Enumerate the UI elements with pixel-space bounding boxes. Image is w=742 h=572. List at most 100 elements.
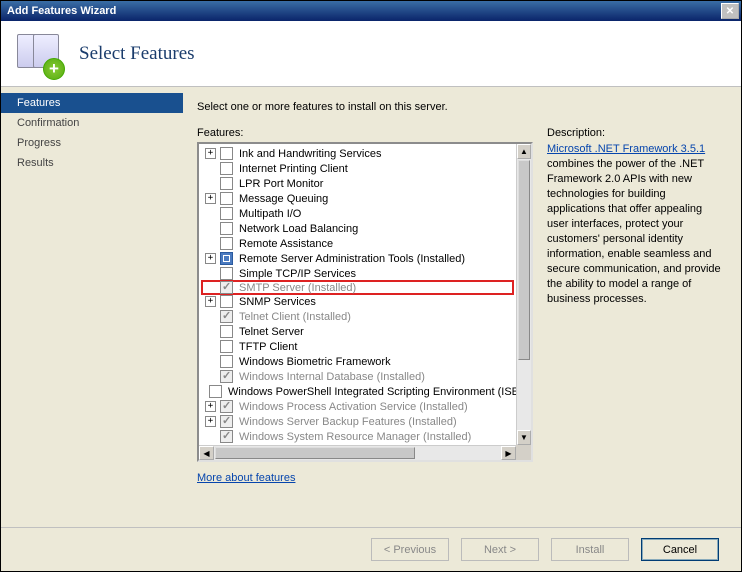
tree-item-label: TFTP Client <box>239 341 297 353</box>
hscroll-thumb[interactable] <box>215 447 415 459</box>
tree-item-label: SNMP Services <box>239 296 316 308</box>
nav-item-confirmation[interactable]: Confirmation <box>1 113 183 133</box>
description-text: Microsoft .NET Framework 3.5.1 combines … <box>547 142 723 307</box>
checkbox[interactable] <box>220 267 233 280</box>
expand-spacer <box>205 371 216 382</box>
tree-item-label: Multipath I/O <box>239 208 301 220</box>
tree-item-label: Message Queuing <box>239 193 328 205</box>
expand-spacer <box>205 238 216 249</box>
features-tree[interactable]: + Ink and Handwriting Services Internet Pr… <box>197 142 533 462</box>
checkbox[interactable] <box>220 192 233 205</box>
next-button: Next > <box>461 538 539 561</box>
expand-spacer <box>205 282 216 293</box>
page-title: Select Features <box>79 43 195 65</box>
checkbox[interactable] <box>220 295 233 308</box>
tree-item-label: Remote Server Administration Tools (Inst… <box>239 253 465 265</box>
tree-row[interactable]: Telnet Server <box>201 324 514 339</box>
tree-item-label: Internet Printing Client <box>239 163 348 175</box>
expand-icon[interactable]: + <box>205 401 216 412</box>
checkbox <box>220 281 233 294</box>
tree-row[interactable]: Multipath I/O <box>201 206 514 221</box>
horizontal-scrollbar[interactable]: ◀ ▶ <box>199 445 516 460</box>
tree-row[interactable]: Telnet Client (Installed) <box>201 309 514 324</box>
more-about-features-link[interactable]: More about features <box>197 472 295 484</box>
wizard-footer: < Previous Next > Install Cancel <box>1 527 741 571</box>
nav-item-features[interactable]: Features <box>1 93 183 113</box>
tree-item-label: Windows Internal Database (Installed) <box>239 371 425 383</box>
tree-row[interactable]: Simple TCP/IP Services <box>201 266 514 281</box>
checkbox[interactable] <box>220 252 233 265</box>
features-icon: + <box>15 30 63 78</box>
nav-item-results[interactable]: Results <box>1 153 183 173</box>
scroll-thumb[interactable] <box>518 160 530 360</box>
scroll-left-icon[interactable]: ◀ <box>199 446 214 460</box>
tree-row[interactable]: Network Load Balancing <box>201 221 514 236</box>
checkbox <box>220 310 233 323</box>
tree-row[interactable]: Windows PowerShell Integrated Scripting … <box>201 384 514 399</box>
tree-item-label: Windows PowerShell Integrated Scripting … <box>228 386 516 398</box>
checkbox[interactable] <box>220 162 233 175</box>
tree-item-label: Windows Process Activation Service (Inst… <box>239 401 468 413</box>
expand-spacer <box>205 311 216 322</box>
tree-item-label: Windows Server Backup Features (Installe… <box>239 416 457 428</box>
expand-spacer <box>205 431 216 442</box>
cancel-button[interactable]: Cancel <box>641 538 719 561</box>
expand-icon[interactable]: + <box>205 193 216 204</box>
tree-row[interactable]: + Windows Server Backup Features (Install… <box>201 414 514 429</box>
wizard-nav: Features Confirmation Progress Results <box>1 87 183 527</box>
tree-item-label: Simple TCP/IP Services <box>239 268 356 280</box>
scroll-up-icon[interactable]: ▲ <box>517 144 531 159</box>
close-icon: ✕ <box>726 6 734 17</box>
checkbox[interactable] <box>220 325 233 338</box>
tree-item-label: LPR Port Monitor <box>239 178 323 190</box>
tree-item-label: Telnet Server <box>239 326 304 338</box>
checkbox <box>220 400 233 413</box>
instruction-text: Select one or more features to install o… <box>197 101 723 113</box>
tree-row[interactable]: + Ink and Handwriting Services <box>201 146 514 161</box>
description-body: combines the power of the .NET Framework… <box>547 158 721 305</box>
titlebar: Add Features Wizard ✕ <box>1 1 741 21</box>
checkbox[interactable] <box>220 177 233 190</box>
scroll-down-icon[interactable]: ▼ <box>517 430 531 445</box>
tree-item-label: Ink and Handwriting Services <box>239 148 381 160</box>
tree-row[interactable]: Windows Internal Database (Installed) <box>201 369 514 384</box>
checkbox[interactable] <box>220 237 233 250</box>
checkbox[interactable] <box>220 147 233 160</box>
tree-row[interactable]: SMTP Server (Installed) <box>201 280 514 295</box>
tree-row[interactable]: Windows System Resource Manager (Install… <box>201 429 514 444</box>
expand-spacer <box>205 208 216 219</box>
scroll-corner <box>516 445 531 460</box>
description-label: Description: <box>547 127 723 139</box>
tree-row[interactable]: LPR Port Monitor <box>201 176 514 191</box>
nav-item-progress[interactable]: Progress <box>1 133 183 153</box>
expand-icon[interactable]: + <box>205 253 216 264</box>
tree-row[interactable]: TFTP Client <box>201 339 514 354</box>
expand-spacer <box>205 268 216 279</box>
tree-item-label: SMTP Server (Installed) <box>239 282 356 294</box>
tree-item-label: Windows Biometric Framework <box>239 356 391 368</box>
features-label: Features: <box>197 127 533 139</box>
tree-row[interactable]: Internet Printing Client <box>201 161 514 176</box>
tree-row[interactable]: + SNMP Services <box>201 294 514 309</box>
expand-icon[interactable]: + <box>205 416 216 427</box>
checkbox[interactable] <box>220 340 233 353</box>
vertical-scrollbar[interactable]: ▲ ▼ <box>516 144 531 445</box>
checkbox[interactable] <box>220 222 233 235</box>
checkbox[interactable] <box>220 355 233 368</box>
description-link[interactable]: Microsoft .NET Framework 3.5.1 <box>547 143 705 155</box>
tree-row[interactable]: + Windows Process Activation Service (Ins… <box>201 399 514 414</box>
tree-row[interactable]: + Remote Server Administration Tools (Ins… <box>201 251 514 266</box>
previous-button: < Previous <box>371 538 449 561</box>
tree-row[interactable]: + Message Queuing <box>201 191 514 206</box>
checkbox[interactable] <box>209 385 222 398</box>
tree-item-label: Remote Assistance <box>239 238 333 250</box>
close-button[interactable]: ✕ <box>721 3 739 19</box>
tree-row[interactable]: Windows Biometric Framework <box>201 354 514 369</box>
scroll-right-icon[interactable]: ▶ <box>501 446 516 460</box>
checkbox[interactable] <box>220 207 233 220</box>
expand-icon[interactable]: + <box>205 148 216 159</box>
tree-row[interactable]: Remote Assistance <box>201 236 514 251</box>
expand-icon[interactable]: + <box>205 296 216 307</box>
tree-item-label: Network Load Balancing <box>239 223 358 235</box>
expand-spacer <box>205 163 216 174</box>
